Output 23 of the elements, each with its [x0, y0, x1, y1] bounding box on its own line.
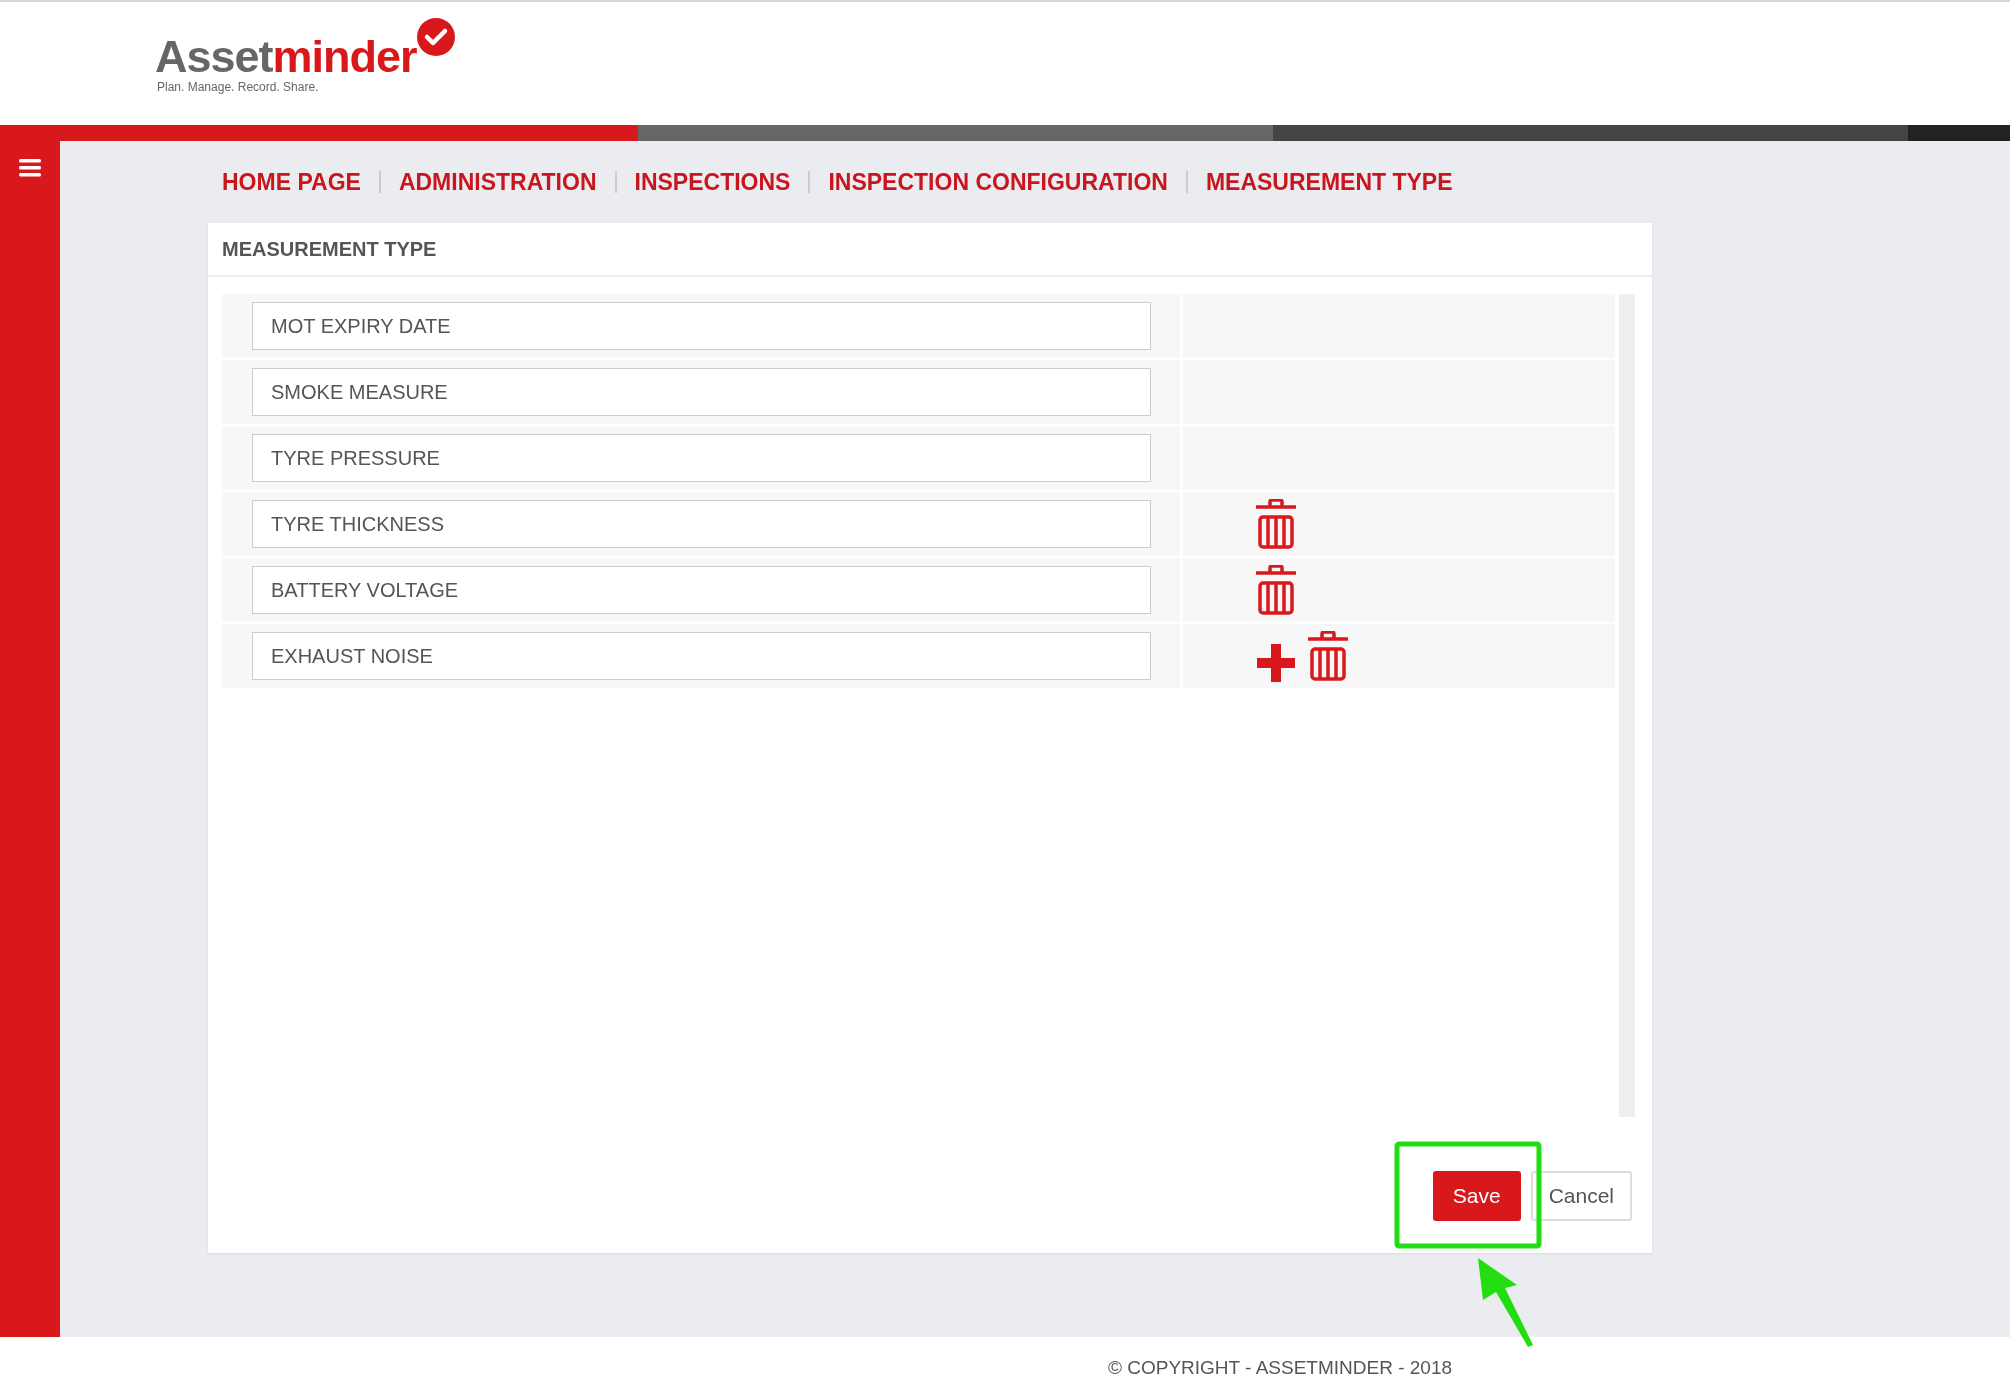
input-field[interactable]: MOT EXPIRY DATE [252, 302, 1151, 350]
breadcrumb-link[interactable]: ADMINISTRATION [398, 168, 597, 196]
input-field[interactable]: TYRE PRESSURE [252, 434, 1151, 482]
input-field[interactable]: BATTERY VOLTAGE [252, 566, 1151, 614]
logo-wordmark: Assetminder [155, 34, 417, 80]
input-field[interactable]: TYRE THICKNESS [252, 500, 1151, 548]
copyright-text: © COPYRIGHT - ASSETMINDER - 2018 [1107, 1356, 1453, 1379]
logo-tagline: Plan. Manage. Record. Share. [157, 80, 320, 94]
breadcrumb-link[interactable]: HOME PAGE [222, 168, 361, 196]
trash-icon[interactable] [1255, 565, 1297, 615]
breadcrumb-link[interactable]: MEASUREMENT TYPE [1205, 168, 1453, 196]
plus-icon[interactable] [1255, 642, 1297, 684]
menu-icon[interactable] [19, 159, 41, 177]
input-field[interactable]: EXHAUST NOISE [252, 632, 1151, 680]
input-field[interactable]: SMOKE MEASURE [252, 368, 1151, 416]
cancel-button[interactable]: Cancel [1530, 1171, 1632, 1221]
trash-icon[interactable] [1255, 499, 1297, 549]
check-circle-icon [417, 18, 455, 56]
trash-icon[interactable] [1307, 631, 1349, 681]
card-title: MEASUREMENT TYPE [208, 223, 1652, 277]
save-button[interactable]: Save [1432, 1171, 1521, 1221]
breadcrumb-link[interactable]: INSPECTIONS [634, 168, 791, 196]
breadcrumb-link[interactable]: INSPECTION CONFIGURATION [828, 168, 1168, 196]
